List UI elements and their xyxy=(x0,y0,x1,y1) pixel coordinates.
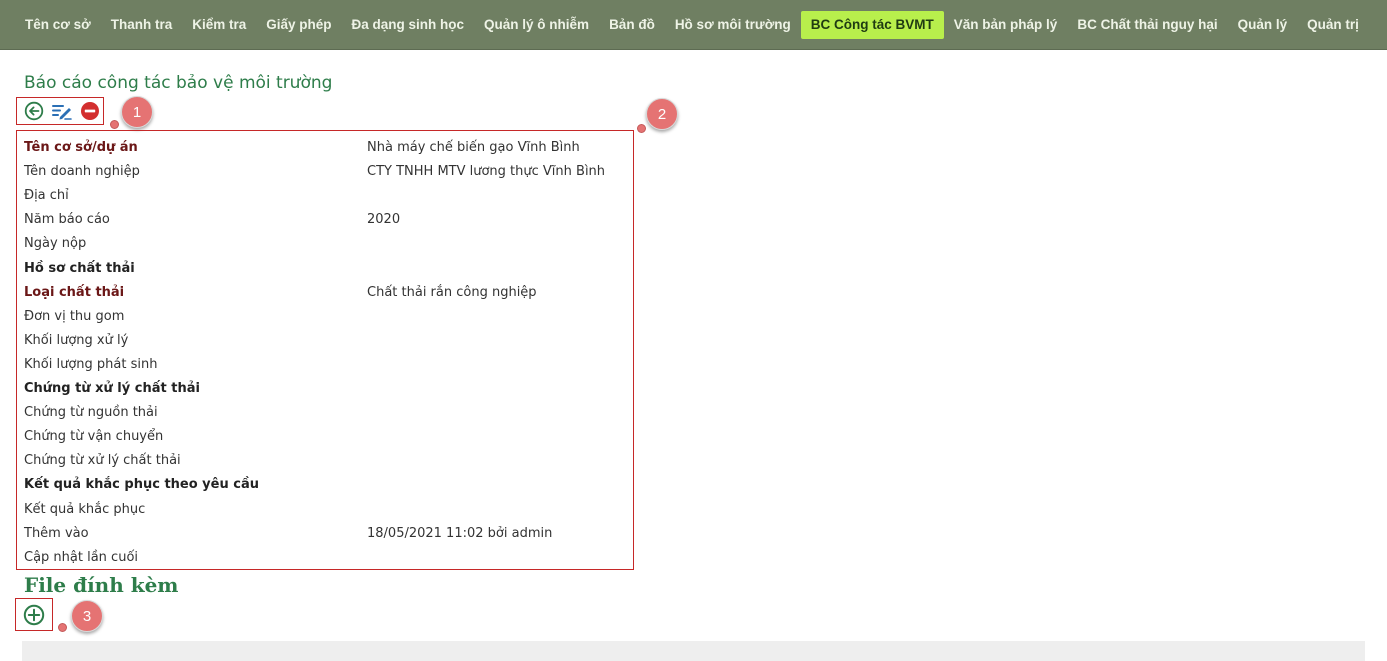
callout-badge-3: 3 xyxy=(71,600,103,632)
detail-label: Chứng từ xử lý chất thải xyxy=(24,381,200,396)
detail-label: Khối lượng xử lý xyxy=(24,332,129,348)
callout-pointer xyxy=(58,623,67,632)
detail-row: Khối lượng xử lý xyxy=(24,329,624,353)
detail-value: Nhà máy chế biến gạo Vĩnh Bình xyxy=(367,140,580,155)
detail-label: Thêm vào xyxy=(24,525,89,541)
callout-badge-2: 2 xyxy=(646,98,678,130)
detail-row: Chứng từ xử lý chất thải xyxy=(24,449,624,473)
detail-label: Chứng từ xử lý chất thải xyxy=(24,453,181,469)
nav-item[interactable]: Văn bản pháp lý xyxy=(944,11,1068,39)
nav-item[interactable]: Bản đồ xyxy=(599,11,665,39)
attachments-panel xyxy=(22,641,1365,661)
detail-label: Chứng từ nguồn thải xyxy=(24,405,158,421)
detail-row: Địa chỉ xyxy=(24,184,624,208)
delete-circle-icon[interactable] xyxy=(79,100,101,122)
detail-value: 2020 xyxy=(367,212,401,228)
detail-label: Tên cơ sở/dự án xyxy=(24,140,138,155)
detail-label: Đơn vị thu gom xyxy=(24,308,125,324)
detail-row: Khối lượng phát sinh xyxy=(24,353,624,377)
detail-label: Cập nhật lần cuối xyxy=(24,549,139,565)
detail-value: 18/05/2021 11:02 bởi admin xyxy=(367,525,553,541)
back-circle-icon[interactable] xyxy=(23,100,45,122)
nav-item[interactable]: BC Công tác BVMT xyxy=(800,11,944,39)
detail-row: Kết quả khắc phục xyxy=(24,498,624,522)
callout-pointer xyxy=(637,124,646,133)
detail-value: CTY TNHH MTV lương thực Vĩnh Bình xyxy=(367,164,606,180)
detail-row: Năm báo cáo 2020 xyxy=(24,208,624,232)
detail-row: Đơn vị thu gom xyxy=(24,305,624,329)
detail-label: Kết quả khắc phục theo yêu cầu xyxy=(24,477,259,493)
nav-item[interactable]: Quản trị xyxy=(1297,11,1369,39)
nav-item[interactable]: Quản lý xyxy=(1228,11,1298,39)
detail-label: Địa chỉ xyxy=(24,188,69,204)
detail-label: Loại chất thải xyxy=(24,284,125,300)
nav-item[interactable]: Đa dạng sinh học xyxy=(342,11,475,39)
record-toolbar xyxy=(16,97,104,125)
detail-label: Chứng từ vận chuyển xyxy=(24,429,164,445)
nav-item[interactable]: BC Chất thải nguy hại xyxy=(1067,11,1227,39)
detail-row: Chứng từ vận chuyển xyxy=(24,425,624,449)
detail-row: Thêm vào 18/05/2021 11:02 bởi admin xyxy=(24,522,624,546)
add-attachment-button[interactable] xyxy=(15,598,53,631)
add-circle-icon xyxy=(23,604,45,625)
detail-row: Tên doanh nghiệp CTY TNHH MTV lương thực … xyxy=(24,160,624,184)
nav-item[interactable]: Thanh tra xyxy=(101,11,183,39)
detail-label: Khối lượng phát sinh xyxy=(24,356,158,372)
detail-label: Ngày nộp xyxy=(24,236,87,252)
nav-item[interactable]: Tên cơ sở xyxy=(15,11,101,39)
detail-label: Hồ sơ chất thải xyxy=(24,260,135,276)
nav-item[interactable]: Quản lý ô nhiễm xyxy=(474,11,599,39)
callout-pointer xyxy=(110,120,119,129)
detail-row: Loại chất thải Chất thải rắn công nghiệp xyxy=(24,281,624,305)
detail-value: Chất thải rắn công nghiệp xyxy=(367,284,537,300)
nav-item[interactable]: Kiểm tra xyxy=(182,11,256,39)
top-navbar: Tên cơ sở Thanh tra Kiểm tra Giấy phép Đa dạ… xyxy=(0,0,1387,50)
attachments-title: File đính kèm xyxy=(24,573,179,597)
detail-label: Tên doanh nghiệp xyxy=(24,164,140,180)
page-title: Báo cáo công tác bảo vệ môi trường xyxy=(24,73,333,93)
detail-row: Kết quả khắc phục theo yêu cầu xyxy=(24,473,624,497)
nav-item[interactable]: Giấy phép xyxy=(256,11,341,39)
detail-row: Tên cơ sở/dự án Nhà máy chế biến gạo Vĩnh… xyxy=(24,136,624,160)
report-details: Tên cơ sở/dự án Nhà máy chế biến gạo Vĩnh… xyxy=(16,130,634,570)
detail-row: Cập nhật lần cuối xyxy=(24,546,624,570)
detail-row: Chứng từ xử lý chất thải xyxy=(24,377,624,401)
callout-badge-1: 1 xyxy=(121,96,153,128)
detail-label: Kết quả khắc phục xyxy=(24,501,146,517)
detail-row: Hồ sơ chất thải xyxy=(24,257,624,281)
nav-menu: Tên cơ sở Thanh tra Kiểm tra Giấy phép Đa dạ… xyxy=(15,11,1369,39)
detail-row: Ngày nộp xyxy=(24,232,624,256)
edit-lines-icon[interactable] xyxy=(51,100,73,122)
detail-row: Chứng từ nguồn thải xyxy=(24,401,624,425)
detail-label: Năm báo cáo xyxy=(24,212,110,228)
nav-item[interactable]: Hồ sơ môi trường xyxy=(665,11,801,39)
